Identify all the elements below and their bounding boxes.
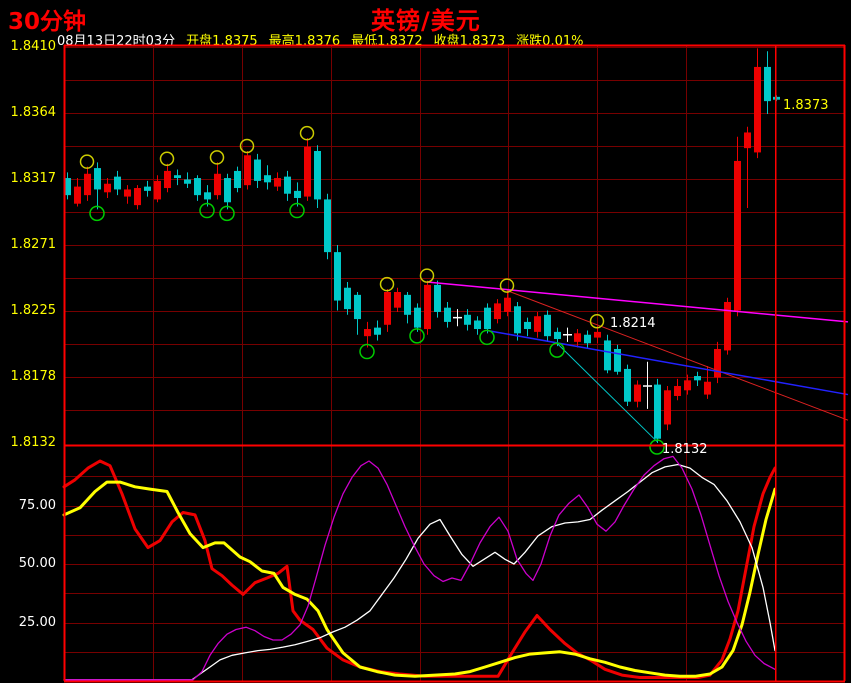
- candle-body: [514, 306, 521, 333]
- oscillator-slow-line-red: [64, 461, 775, 678]
- price-annotation: 1.8373: [783, 98, 829, 113]
- candle-body: [124, 189, 131, 196]
- chart-window: 30分钟 英镑/美元 08月13日22时03分开盘1.8375最高1.8376最…: [0, 0, 851, 683]
- candle-body: [724, 302, 731, 350]
- candle-body: [574, 333, 581, 342]
- chart-canvas[interactable]: [0, 0, 851, 683]
- candle-body: [584, 335, 591, 344]
- candle-body: [214, 174, 221, 195]
- oscillator-slow-line-yellow: [64, 482, 775, 676]
- candle-body: [474, 320, 481, 329]
- candle-body: [144, 187, 151, 191]
- candle-body: [444, 308, 451, 322]
- candle-body: [554, 332, 561, 339]
- candle-body: [374, 328, 381, 335]
- candle-body: [664, 390, 671, 424]
- candle-body: [204, 192, 211, 199]
- sell-signal-icon: [421, 269, 434, 282]
- candle-body: [164, 171, 171, 188]
- candle-body: [714, 349, 721, 377]
- candle-body: [354, 295, 361, 319]
- sell-signal-icon: [211, 151, 224, 164]
- sell-signal-icon: [381, 278, 394, 291]
- candle-body: [504, 298, 511, 312]
- candle-body: [773, 97, 780, 100]
- candle-body: [224, 178, 231, 202]
- candle-body: [84, 174, 91, 195]
- candle-body: [434, 285, 441, 312]
- candle-body: [94, 168, 101, 189]
- candle-body: [744, 132, 751, 148]
- candle-body: [734, 161, 741, 311]
- candle-body: [614, 349, 621, 372]
- candle-body: [424, 285, 431, 329]
- candle-body: [484, 308, 491, 329]
- trendline-falling-resistance[interactable]: [507, 291, 848, 421]
- candle-body: [344, 288, 351, 309]
- price-annotation: 1.8132: [662, 442, 708, 457]
- candle-body: [494, 303, 501, 319]
- candle-body: [384, 292, 391, 325]
- candle-body: [534, 316, 541, 332]
- candle-body: [274, 178, 281, 187]
- candle-body: [524, 322, 531, 329]
- candle-body: [324, 199, 331, 252]
- candle-body: [104, 184, 111, 193]
- candle-body: [754, 67, 761, 152]
- candle-body: [284, 177, 291, 194]
- candle-body: [234, 171, 241, 188]
- candle-body: [674, 386, 681, 396]
- candle-body: [334, 252, 341, 300]
- candle-body: [544, 315, 551, 336]
- sell-signal-icon: [161, 152, 174, 165]
- chart-frame: [64, 45, 845, 682]
- candle-body: [244, 155, 251, 185]
- candle-body: [364, 329, 371, 336]
- candle-body: [194, 178, 201, 195]
- candle-body: [634, 385, 641, 402]
- candle-body: [594, 332, 601, 338]
- candle-body: [264, 175, 271, 182]
- candle-body: [604, 340, 611, 370]
- candle-body: [114, 177, 121, 190]
- grid-lines: [64, 45, 845, 681]
- candle-body: [764, 67, 771, 101]
- oscillator-curves: [64, 456, 775, 679]
- price-annotation: 1.8214: [610, 316, 656, 331]
- candle-body: [174, 175, 181, 178]
- candle-body: [394, 292, 401, 308]
- candle-body: [74, 187, 81, 204]
- candle-body: [404, 295, 411, 315]
- candle-body: [654, 385, 661, 439]
- candle-body: [254, 160, 261, 181]
- sell-signal-icon: [301, 127, 314, 140]
- candle-body: [414, 308, 421, 328]
- candle-body: [684, 380, 691, 390]
- sell-signal-icon: [81, 155, 94, 168]
- candle-body: [314, 151, 321, 199]
- candle-body: [154, 181, 161, 200]
- candle-body: [704, 382, 711, 395]
- candle-body: [304, 147, 311, 197]
- candle-body: [624, 369, 631, 402]
- trendline-lower-channel[interactable]: [487, 330, 848, 394]
- candle-body: [134, 188, 141, 205]
- candle-body: [464, 315, 471, 325]
- candle-body: [294, 191, 301, 198]
- oscillator-fast-line-magenta: [64, 456, 775, 679]
- candle-body: [184, 179, 191, 183]
- candle-body: [694, 376, 701, 380]
